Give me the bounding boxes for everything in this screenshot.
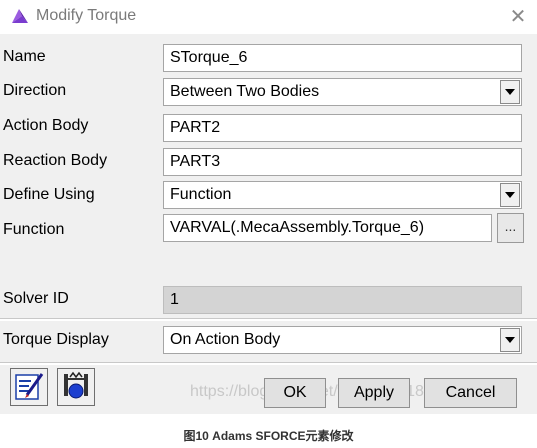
solver-id-value: 1 [170, 291, 179, 308]
name-field[interactable]: STorque_6 [163, 44, 522, 72]
cancel-button[interactable]: Cancel [424, 378, 517, 408]
torque-display-value: On Action Body [170, 331, 281, 348]
function-value: VARVAL(.MecaAssembly.Torque_6) [170, 219, 425, 236]
apply-button[interactable]: Apply [338, 378, 410, 408]
solver-id-field: 1 [163, 286, 522, 314]
divider [0, 362, 537, 365]
reaction-body-value: PART3 [170, 153, 221, 170]
divider [0, 318, 537, 321]
title-bar: Modify Torque ✕ [0, 0, 537, 34]
define-using-select[interactable]: Function [163, 181, 522, 209]
action-body-value: PART2 [170, 119, 221, 136]
modify-torque-dialog: Modify Torque ✕ Name STorque_6 Direction… [0, 0, 537, 414]
direction-value: Between Two Bodies [170, 83, 320, 100]
chevron-down-icon[interactable] [500, 183, 520, 207]
figure-caption: 图10 Adams SFORCE元素修改 [183, 429, 354, 443]
solver-id-label: Solver ID [3, 290, 69, 307]
define-using-value: Function [170, 186, 232, 203]
name-value: STorque_6 [170, 49, 248, 66]
ok-button[interactable]: OK [264, 378, 326, 408]
window-title: Modify Torque [36, 7, 137, 24]
action-body-field[interactable]: PART2 [163, 114, 522, 142]
action-body-label: Action Body [3, 117, 89, 134]
direction-label: Direction [3, 82, 67, 99]
function-browse-button[interactable]: ... [497, 213, 524, 243]
edit-list-button[interactable] [10, 368, 48, 406]
function-label: Function [3, 221, 65, 238]
torque-display-label: Torque Display [3, 331, 109, 348]
close-icon[interactable]: ✕ [508, 4, 528, 29]
chevron-down-icon[interactable] [500, 328, 520, 352]
adams-logo-icon [10, 6, 30, 26]
function-field[interactable]: VARVAL(.MecaAssembly.Torque_6) [163, 214, 492, 242]
reaction-body-label: Reaction Body [3, 152, 108, 169]
edit-list-icon [11, 373, 47, 409]
define-using-label: Define Using [3, 186, 95, 203]
torque-function-icon [58, 371, 94, 409]
reaction-body-field[interactable]: PART3 [163, 148, 522, 176]
direction-select[interactable]: Between Two Bodies [163, 78, 522, 106]
torque-function-button[interactable] [57, 368, 95, 406]
chevron-down-icon[interactable] [500, 80, 520, 104]
name-label: Name [3, 48, 46, 65]
torque-display-select[interactable]: On Action Body [163, 326, 522, 354]
